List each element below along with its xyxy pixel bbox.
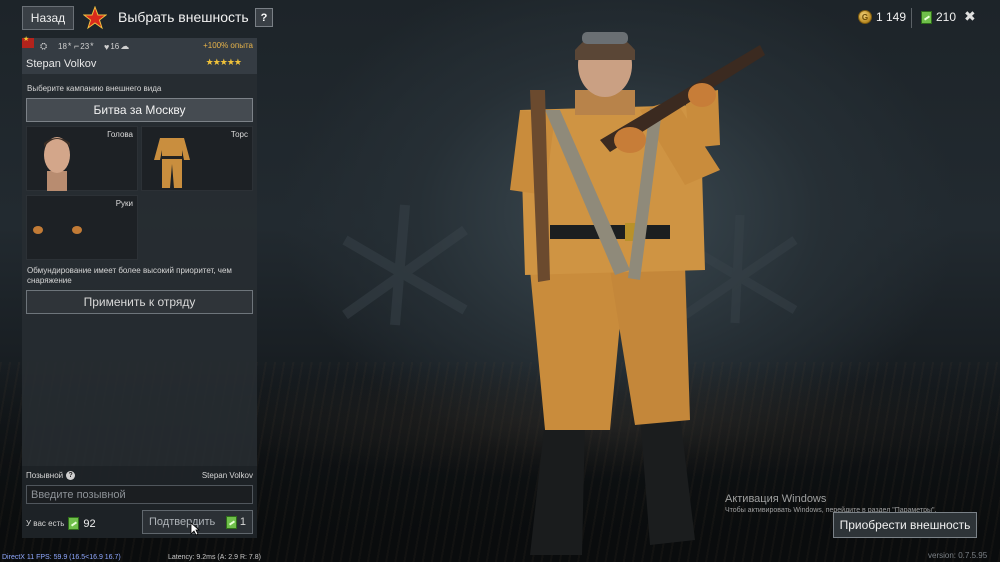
rank-icon: ⛭ (40, 41, 48, 51)
ticket-icon (68, 517, 80, 530)
soldier-model (510, 32, 765, 555)
apply-to-squad-button[interactable]: Применить к отряду (26, 290, 253, 314)
stat-level: 18 * (58, 41, 71, 51)
ticket-icon (225, 515, 237, 529)
campaign-label: Выберите кампанию внешнего вида (27, 84, 162, 93)
tickets-balance: 210 (921, 10, 956, 24)
help-button[interactable]: ? (255, 8, 273, 27)
boot-icon: ⌐ (74, 41, 80, 51)
windows-activation-title: Активация Windows (725, 493, 827, 505)
czech-hedgehog-left (342, 204, 468, 326)
soviet-flag-icon (22, 35, 34, 48)
gold-balance: G 1 149 (858, 10, 906, 24)
info-icon[interactable]: ? (66, 471, 76, 480)
slot-hands[interactable]: Руки (26, 195, 138, 260)
windows-activation-watermark: Активация Windows Чтобы активировать Win… (725, 493, 936, 514)
mouse-cursor-icon (190, 522, 200, 536)
gold-coin-icon: G (858, 10, 872, 24)
head-preview-icon (44, 137, 70, 191)
stat-health: ♥ 16 ☁ (104, 41, 129, 52)
callsign-section: Позывной ? Stepan Volkov У вас есть 92 П… (22, 466, 257, 538)
slot-torso-label: Торс (230, 130, 248, 139)
appearance-panel: ⛭ 18* ⌐23* ♥16☁ +100% опыта Stepan Volko… (22, 35, 257, 538)
buy-appearance-button[interactable]: Приобрести внешность (833, 512, 977, 538)
callsign-label: Позывной (26, 471, 64, 480)
back-button[interactable]: Назад (22, 6, 74, 30)
callsign-current: Stepan Volkov (201, 471, 253, 480)
rating-stars: ★★★★★ (205, 57, 242, 67)
sub-star-icon: * (90, 41, 94, 51)
soldier-name: Stepan Volkov (26, 58, 97, 70)
callsign-input[interactable] (26, 485, 253, 504)
soldier-class-icon: * (67, 41, 72, 51)
top-bar: Назад Выбрать внешность ? G 1 149 210 ✖ (0, 0, 1000, 36)
currency-divider (911, 8, 912, 28)
stat-level-value: 18 (58, 41, 67, 51)
slot-hands-label: Руки (115, 199, 133, 208)
ticket-icon (921, 10, 932, 24)
tickets-amount: 210 (936, 10, 957, 24)
slot-head-label: Голова (107, 130, 133, 139)
have-label: У вас есть (26, 519, 65, 528)
campaign-select[interactable]: Битва за Москву (26, 98, 253, 122)
cloud-icon: ☁ (120, 41, 130, 51)
stat-health-value: 16 (110, 42, 120, 51)
confirm-cost: 1 (225, 515, 246, 529)
red-star-icon (83, 6, 107, 30)
confirm-cost-value: 1 (239, 516, 246, 528)
torso-preview-icon (154, 138, 190, 188)
gold-amount: 1 149 (876, 10, 907, 24)
have-count: 92 (83, 517, 96, 530)
gloves-preview-icon (33, 226, 82, 234)
soldier-card[interactable]: ⛭ 18* ⌐23* ♥16☁ +100% опыта Stepan Volko… (22, 35, 257, 74)
latency-readout: Latency: 9.2ms (A: 2.9 R: 7.8) (168, 554, 261, 561)
have-balance: У вас есть 92 (26, 517, 96, 530)
priority-note: Обмундирование имеет более высокий приор… (27, 266, 232, 285)
callsign-label-row: Позывной ? (26, 471, 76, 480)
exp-bonus: +100% опыта (203, 41, 253, 50)
heart-icon: ♥ (104, 41, 110, 52)
close-icon[interactable]: ✖ (964, 8, 976, 25)
version-label: version: 0.7.5.95 (928, 551, 988, 560)
slot-head[interactable]: Голова (26, 126, 138, 191)
stat-attack: ⌐ 23 * (74, 41, 94, 51)
fps-counter: DirectX 11 FPS: 59.9 (16.5<16.9 16.7) (2, 554, 121, 561)
stat-attack-value: 23 (80, 41, 90, 51)
slot-torso[interactable]: Торс (141, 126, 253, 191)
confirm-label: Подтвердить (149, 516, 216, 528)
page-title: Выбрать внешность (118, 9, 249, 25)
